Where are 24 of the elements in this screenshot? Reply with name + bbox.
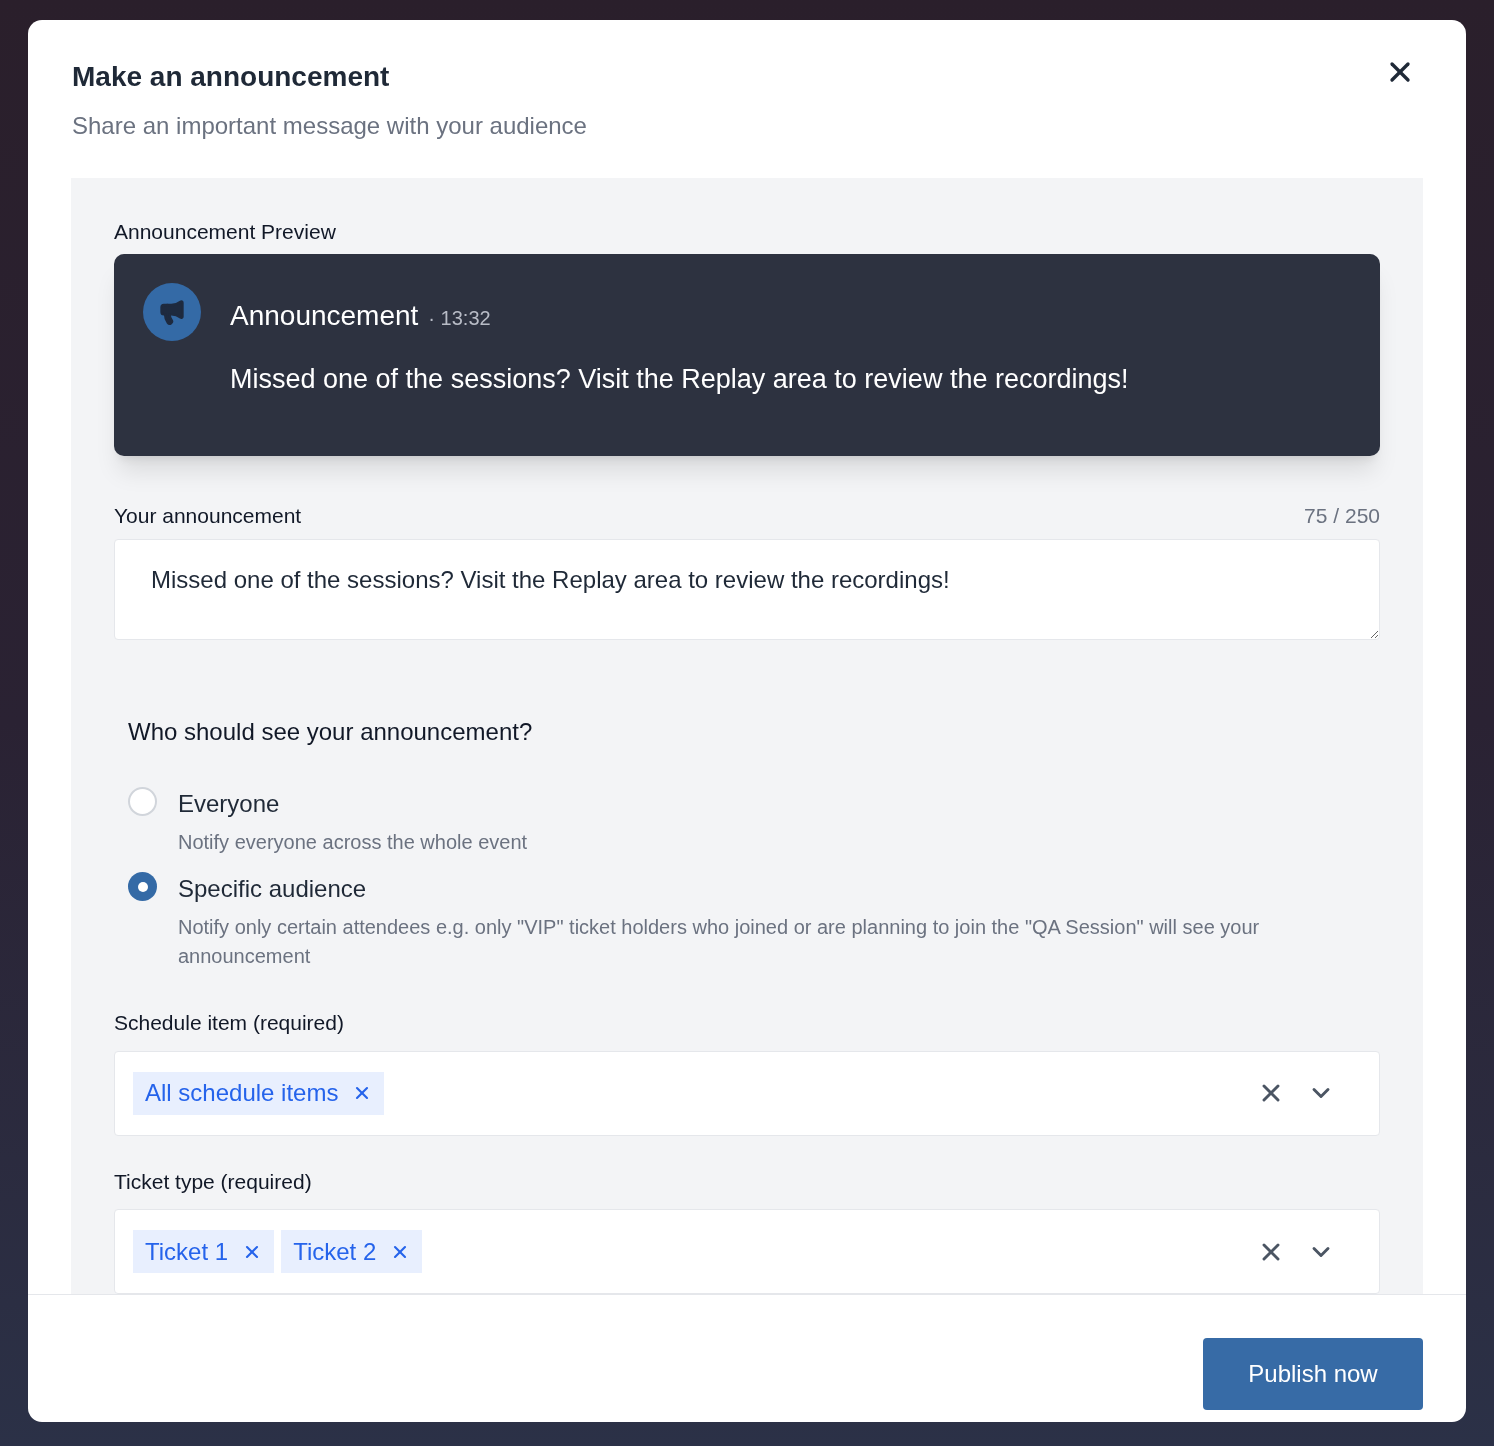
preview-time: · 13:32: [428, 305, 491, 331]
selected-tag: Ticket 2: [281, 1230, 423, 1273]
select-label: Schedule item (required): [114, 1010, 345, 1036]
preview-title: Announcement: [230, 298, 419, 333]
publish-button[interactable]: Publish now: [1203, 1338, 1423, 1410]
announcement-label: Your announcement: [114, 502, 302, 529]
option-description: Notify everyone across the whole event: [178, 830, 528, 855]
option-label: Specific audience: [178, 874, 368, 904]
dialog-subtitle: Share an important message with your audience: [72, 111, 587, 141]
preview-message: Missed one of the sessions? Visit the Replay area to review the recordings!: [230, 362, 1129, 396]
selected-tag: All schedule items: [133, 1071, 385, 1115]
select-label: Ticket type (required): [114, 1168, 313, 1195]
announcement-field[interactable]: Missed one of the sessions? Visit the Replay area to review the recordings!: [114, 539, 1380, 640]
multi-select[interactable]: All schedule items: [114, 1050, 1380, 1136]
option-label: Everyone: [178, 789, 281, 819]
character-counter: 75 / 250: [1304, 502, 1380, 529]
audience-question: Who should see your announcement?: [128, 717, 534, 747]
radio-button[interactable]: [128, 872, 157, 901]
multi-select[interactable]: Ticket 1 Ticket 2: [114, 1209, 1380, 1294]
preview-label: Announcement Preview: [114, 219, 337, 245]
radio-button[interactable]: [128, 787, 157, 816]
dialog-title: Make an announcement: [72, 60, 391, 94]
option-description: Notify only certain attendees e.g. only "VIP" ticket holders who joined or are planning to join the "QA Session" will see your announcement: [178, 915, 1261, 969]
selected-tag: Ticket 1: [133, 1230, 275, 1273]
